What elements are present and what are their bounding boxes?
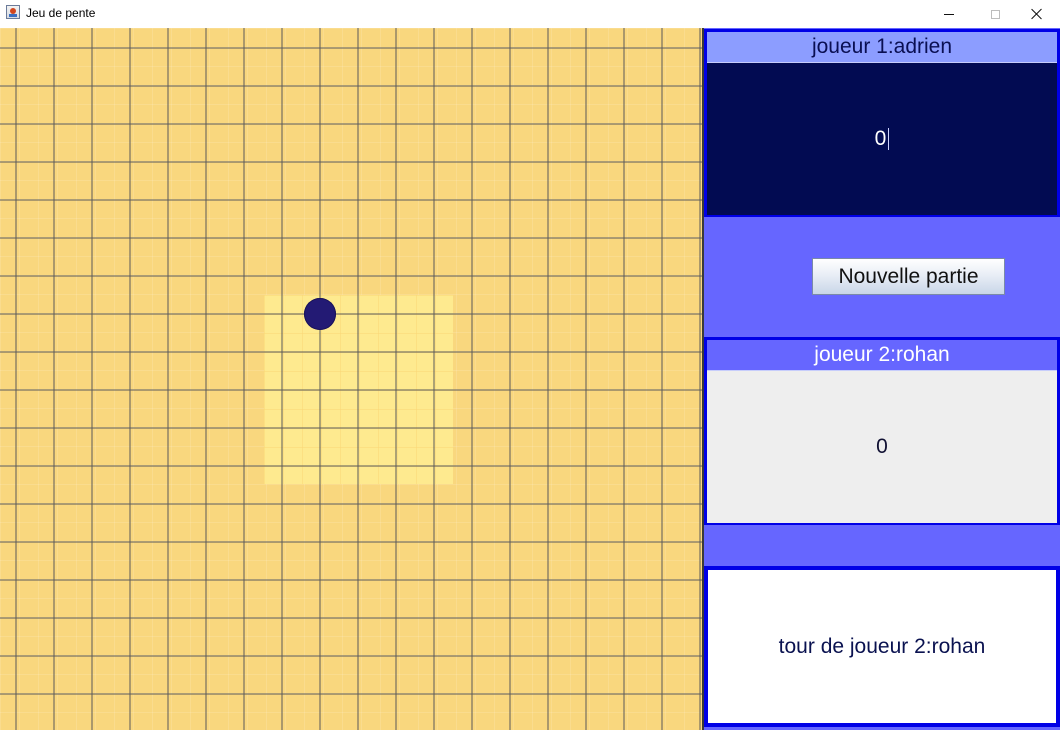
title-bar[interactable]: Jeu de pente <box>0 0 1060 28</box>
game-board[interactable] <box>0 28 702 730</box>
java-cup-icon <box>6 5 20 19</box>
minimize-icon <box>944 13 954 15</box>
close-button[interactable] <box>1014 0 1060 28</box>
text-caret <box>888 128 890 150</box>
close-icon <box>1031 8 1043 20</box>
board-grid <box>0 28 702 730</box>
player2-panel: joueur 2:rohan 0 <box>704 337 1060 525</box>
player2-score: 0 <box>876 435 888 458</box>
player1-panel: joueur 1:adrien 0 <box>704 29 1060 217</box>
minimize-button[interactable] <box>926 0 972 28</box>
turn-text: tour de joueur 2:rohan <box>778 634 986 658</box>
maximize-icon <box>990 9 1000 19</box>
player1-score-field[interactable]: 0 <box>707 62 1057 215</box>
game-window: Jeu de pente joueur 1:adrien 0 Nouvelle … <box>0 0 1060 730</box>
player1-label: joueur 1:adrien <box>811 35 953 58</box>
window-title: Jeu de pente <box>26 6 96 20</box>
player2-score-field[interactable]: 0 <box>707 370 1057 523</box>
maximize-button[interactable] <box>972 0 1018 28</box>
side-panel: joueur 1:adrien 0 Nouvelle partie joueur… <box>704 28 1060 730</box>
new-game-button[interactable]: Nouvelle partie <box>812 258 1005 295</box>
stone-player1 <box>304 298 336 330</box>
player2-label: joueur 2:rohan <box>814 343 950 366</box>
player1-score: 0 <box>874 127 887 150</box>
turn-indicator: tour de joueur 2:rohan <box>704 566 1060 727</box>
